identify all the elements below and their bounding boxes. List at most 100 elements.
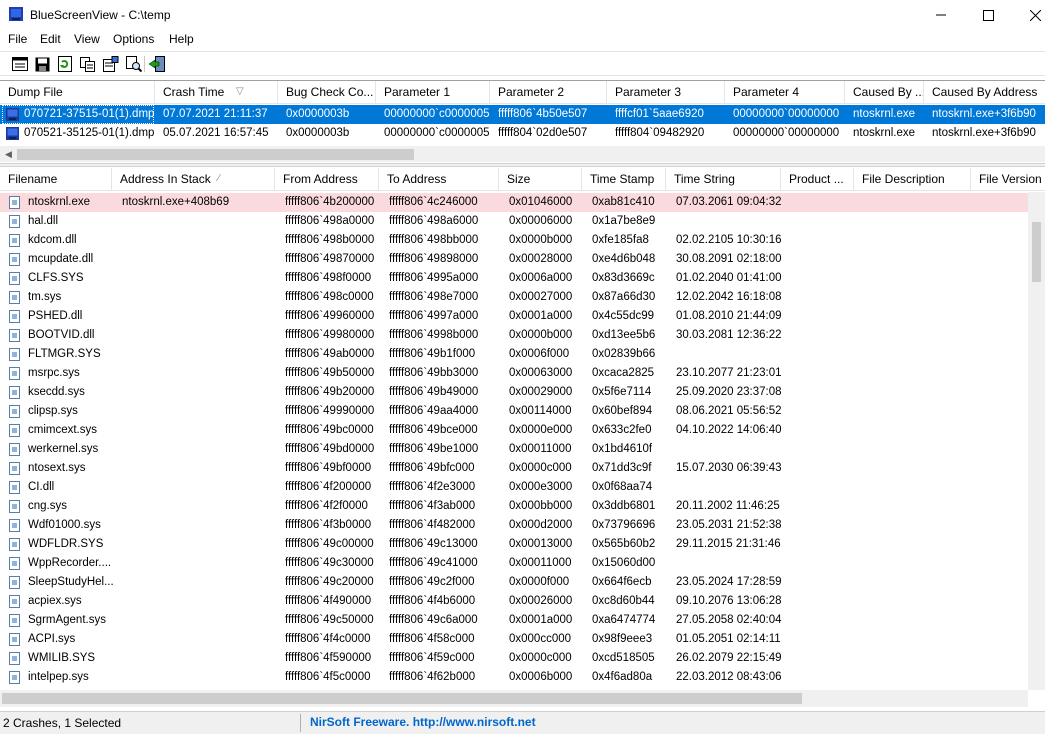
- module-row[interactable]: CI.dll fffff806`4f200000 fffff806`4f2e3000…: [0, 478, 1028, 497]
- module-row[interactable]: ntosext.sys fffff806`49bf0000 fffff806`49b…: [0, 459, 1028, 478]
- exit-button[interactable]: [148, 55, 166, 73]
- module-to-address: fffff806`49c6a000: [389, 614, 478, 626]
- col-product-name[interactable]: Product ...: [781, 168, 854, 191]
- properties-button[interactable]: [102, 55, 120, 73]
- menu-options[interactable]: Options: [113, 32, 154, 46]
- module-row[interactable]: mcupdate.dll fffff806`49870000 fffff806`49…: [0, 250, 1028, 269]
- menu-view[interactable]: View: [74, 32, 100, 46]
- module-time-string: [671, 212, 783, 231]
- col-parameter-1[interactable]: Parameter 1: [376, 81, 490, 104]
- module-row[interactable]: msrpc.sys fffff806`49b50000 fffff806`49bb3…: [0, 364, 1028, 383]
- module-row[interactable]: SleepStudyHel... fffff806`49c20000 fffff80…: [0, 573, 1028, 592]
- module-list-vscroll-thumb[interactable]: [1032, 222, 1041, 282]
- col-from-address[interactable]: From Address: [275, 168, 379, 191]
- module-list-vscrollbar[interactable]: [1028, 192, 1045, 690]
- col-to-address[interactable]: To Address: [379, 168, 499, 191]
- module-row[interactable]: tm.sys fffff806`498c0000 fffff806`498e7000…: [0, 288, 1028, 307]
- module-row[interactable]: CLFS.SYS fffff806`498f0000 fffff806`4995a0…: [0, 269, 1028, 288]
- close-button[interactable]: [1012, 0, 1045, 30]
- module-size: 0x000cc000: [509, 633, 572, 645]
- col-address-in-stack[interactable]: Address In Stack ∕: [112, 168, 275, 191]
- crash-list[interactable]: Dump File Crash Time ▽ Bug Check Co... P…: [0, 80, 1045, 162]
- module-filename: FLTMGR.SYS: [28, 348, 101, 360]
- module-row[interactable]: cmimcext.sys fffff806`49bc0000 fffff806`49…: [0, 421, 1028, 440]
- module-time-string: 09.10.2076 13:06:28: [676, 595, 782, 607]
- module-row[interactable]: intelpep.sys fffff806`4f5c0000 fffff806`4f…: [0, 668, 1028, 687]
- crash-time: 05.07.2021 16:57:45: [163, 127, 269, 139]
- module-time-string: 25.09.2020 23:37:08: [676, 386, 782, 398]
- module-to-address: fffff806`4f2e3000: [389, 481, 476, 493]
- refresh-button[interactable]: [56, 55, 74, 73]
- module-row[interactable]: ksecdd.sys fffff806`49b20000 fffff806`49b4…: [0, 383, 1028, 402]
- file-icon: [9, 196, 20, 209]
- menu-help[interactable]: Help: [169, 32, 194, 46]
- col-file-version[interactable]: File Version: [971, 168, 1045, 191]
- minimize-button[interactable]: [918, 0, 964, 30]
- module-row[interactable]: WDFLDR.SYS fffff806`49c00000 fffff806`49c1…: [0, 535, 1028, 554]
- app-icon: [9, 7, 23, 21]
- bug-check-code: 0x0000003b: [286, 108, 350, 120]
- module-row[interactable]: acpiex.sys fffff806`4f490000 fffff806`4f4b…: [0, 592, 1028, 611]
- col-crash-time[interactable]: Crash Time ▽: [155, 81, 278, 104]
- module-size: 0x00063000: [509, 367, 573, 379]
- module-row[interactable]: clipsp.sys fffff806`49990000 fffff806`49aa…: [0, 402, 1028, 421]
- module-row[interactable]: cng.sys fffff806`4f2f0000 fffff806`4f3ab00…: [0, 497, 1028, 516]
- module-from-address: fffff806`498b0000: [285, 234, 375, 246]
- module-row[interactable]: kdcom.dll fffff806`498b0000 fffff806`498bb…: [0, 231, 1028, 250]
- col-bug-check-code[interactable]: Bug Check Co...: [278, 81, 376, 104]
- file-icon: [9, 595, 20, 608]
- module-time-string: 27.05.2058 02:40:04: [676, 614, 782, 626]
- col-caused-by-driver[interactable]: Caused By ...: [845, 81, 924, 104]
- copy-button[interactable]: [79, 55, 97, 73]
- window-title: BlueScreenView - C:\temp: [30, 8, 171, 22]
- maximize-button[interactable]: [965, 0, 1011, 30]
- module-to-address: fffff806`498bb000: [389, 234, 479, 246]
- module-to-address: fffff806`4f62b000: [389, 671, 476, 683]
- col-parameter-3[interactable]: Parameter 3: [607, 81, 725, 104]
- col-parameter-2[interactable]: Parameter 2: [490, 81, 607, 104]
- module-time-string: 20.11.2002 11:46:25: [676, 500, 780, 512]
- save-button[interactable]: [33, 55, 51, 73]
- module-row[interactable]: hal.dll fffff806`498a0000 fffff806`498a600…: [0, 212, 1028, 231]
- module-time-string: 07.03.2061 09:04:32: [676, 196, 782, 208]
- crash-row-selected[interactable]: 070721-37515-01(1).dmp 07.07.2021 21:11:…: [0, 105, 1045, 124]
- module-row[interactable]: ntoskrnl.exe ntoskrnl.exe+408b69 fffff806`…: [0, 193, 1028, 212]
- col-filename[interactable]: Filename: [0, 168, 112, 191]
- module-row[interactable]: Wdf01000.sys fffff806`4f3b0000 fffff806`4f…: [0, 516, 1028, 535]
- menu-edit[interactable]: Edit: [40, 32, 61, 46]
- col-size[interactable]: Size: [499, 168, 582, 191]
- module-row[interactable]: FLTMGR.SYS fffff806`49ab0000 fffff806`49b1…: [0, 345, 1028, 364]
- module-time-stamp: 0x87a66d30: [592, 291, 656, 303]
- crash-row[interactable]: 070521-35125-01(1).dmp 05.07.2021 16:57:…: [0, 124, 1045, 143]
- module-row[interactable]: SgrmAgent.sys fffff806`49c50000 fffff806`4…: [0, 611, 1028, 630]
- col-dump-file[interactable]: Dump File: [0, 81, 155, 104]
- pane-splitter[interactable]: [0, 163, 1045, 167]
- sort-indicator-icon: ∕: [218, 173, 220, 184]
- col-parameter-4[interactable]: Parameter 4: [725, 81, 845, 104]
- file-icon: [9, 652, 20, 665]
- menu-file[interactable]: File: [8, 32, 27, 46]
- find-button[interactable]: [125, 55, 143, 73]
- crash-list-hscrollbar[interactable]: ◀: [0, 146, 1045, 162]
- module-row[interactable]: ACPI.sys fffff806`4f4c0000 fffff806`4f58c0…: [0, 630, 1028, 649]
- col-file-description[interactable]: File Description: [854, 168, 971, 191]
- module-row[interactable]: PSHED.dll fffff806`49960000 fffff806`4997a…: [0, 307, 1028, 326]
- html-report-button[interactable]: [11, 55, 29, 73]
- col-time-string[interactable]: Time String: [666, 168, 781, 191]
- scroll-left-icon[interactable]: ◀: [0, 146, 17, 162]
- module-address-in-stack: [117, 212, 277, 231]
- module-row[interactable]: WppRecorder.... fffff806`49c30000 fffff806…: [0, 554, 1028, 573]
- col-time-stamp[interactable]: Time Stamp: [582, 168, 666, 191]
- nirsoft-link[interactable]: NirSoft Freeware. http://www.nirsoft.net: [310, 715, 536, 729]
- module-to-address: fffff806`49c13000: [389, 538, 478, 550]
- module-list-hscroll-thumb[interactable]: [2, 693, 802, 704]
- crash-list-scroll-thumb[interactable]: [17, 149, 414, 160]
- module-size: 0x0006b000: [509, 671, 573, 683]
- col-caused-by-address[interactable]: Caused By Address: [924, 81, 1045, 104]
- module-list-hscrollbar[interactable]: [0, 690, 1028, 707]
- module-row[interactable]: WMILIB.SYS fffff806`4f590000 fffff806`4f59…: [0, 649, 1028, 668]
- module-row[interactable]: BOOTVID.dll fffff806`49980000 fffff806`499…: [0, 326, 1028, 345]
- module-from-address: fffff806`4f590000: [285, 652, 372, 664]
- module-list[interactable]: Filename Address In Stack ∕ From Address…: [0, 168, 1045, 708]
- module-row[interactable]: werkernel.sys fffff806`49bd0000 fffff806`4…: [0, 440, 1028, 459]
